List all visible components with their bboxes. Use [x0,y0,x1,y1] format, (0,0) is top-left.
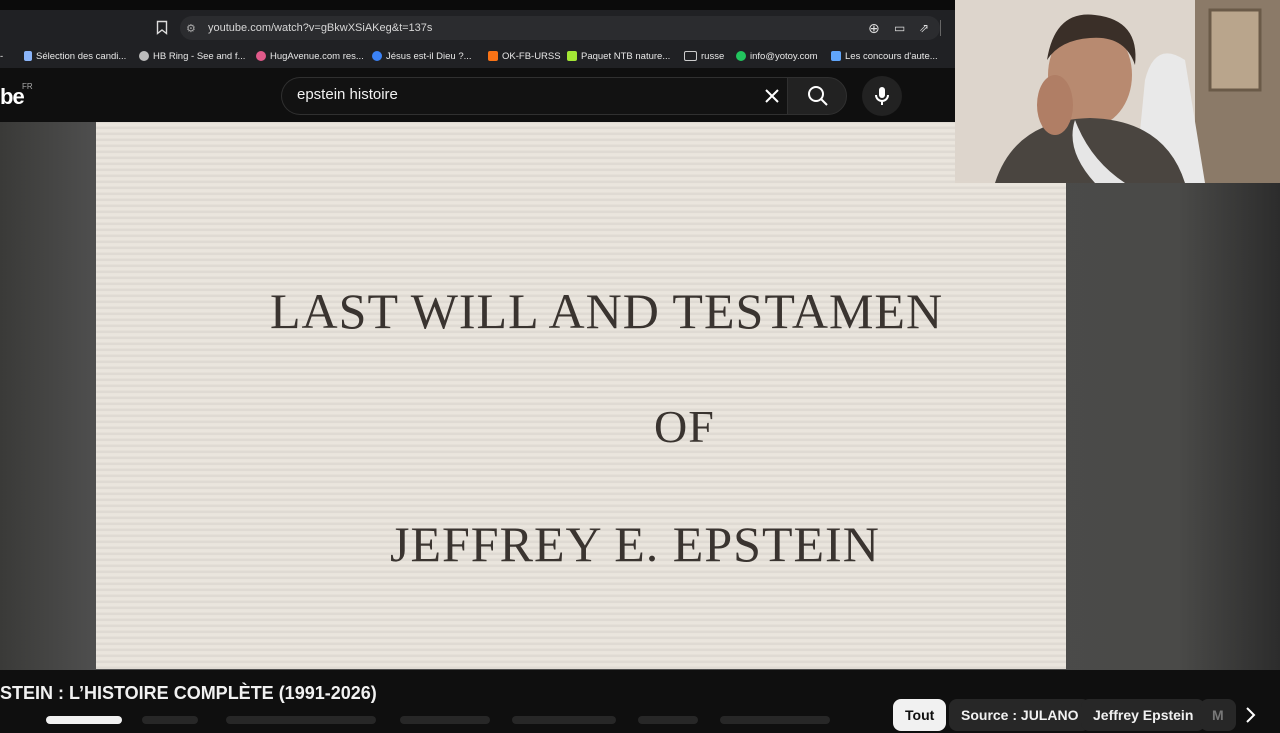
action-pill[interactable] [400,716,490,724]
youtube-logo[interactable]: be [0,84,25,110]
webcam-person-image [955,0,1280,183]
webcam-overlay [955,0,1280,183]
zoom-icon[interactable]: ⊕ [868,20,880,37]
bookmark-favicon-icon [256,51,266,61]
bookmark-favicon-icon [567,51,577,61]
video-title: STEIN : L’HISTOIRE COMPLÈTE (1991-2026) [0,683,377,703]
chevron-right-icon [1246,707,1256,723]
chip-jeffrey-epstein[interactable]: Jeffrey Epstein [1081,699,1206,731]
bookmark-item[interactable]: Paquet NTB nature... [567,48,670,64]
bookmark-truncated[interactable]: - [0,48,3,64]
chip-truncated[interactable]: M [1200,699,1236,731]
bookmark-favicon-icon [139,51,149,61]
bookmark-item[interactable]: HB Ring - See and f... [139,48,245,64]
bookmark-folder[interactable]: russe [684,48,724,64]
install-app-icon[interactable]: ▭ [894,21,905,35]
bookmark-favicon-icon [736,51,746,61]
share-icon[interactable]: ⇗ [919,21,929,35]
url-text[interactable]: youtube.com/watch?v=gBkwXSiAKeg&t=137s [208,22,432,34]
document-heading-line: LAST WILL AND TESTAMEN [270,283,944,339]
chip-tout[interactable]: Tout [893,699,947,731]
bookmark-star-icon[interactable] [156,20,168,35]
site-info-icon[interactable]: ⚙ [186,22,196,35]
close-icon [765,89,779,103]
bookmark-item[interactable]: HugAvenue.com res... [256,48,364,64]
clear-search-button[interactable] [760,84,784,108]
bookmark-item[interactable]: info@yotoy.com [736,48,818,64]
logo-region-code: FR [22,82,33,91]
action-pill[interactable] [512,716,616,724]
chip-source-julano[interactable]: Source : JULANO [949,699,1091,731]
bookmark-item[interactable]: Les concours d'aute... [831,48,938,64]
video-frame[interactable]: LAST WILL AND TESTAMEN OF JEFFREY E. EPS… [96,122,1066,669]
bookmark-favicon-icon [488,51,498,61]
bookmark-favicon-icon [831,51,841,61]
toolbar-divider [940,20,941,36]
voice-search-button[interactable] [862,76,902,116]
microphone-icon [875,87,889,105]
action-pill[interactable] [46,716,122,724]
bookmark-favicon-icon [24,51,32,61]
action-pill[interactable] [226,716,376,724]
search-button[interactable] [787,77,847,115]
document-heading-line: JEFFREY E. EPSTEIN [390,516,880,572]
action-pill[interactable] [142,716,198,724]
search-icon [808,86,828,106]
bookmark-favicon-icon [372,51,382,61]
chips-next-button[interactable] [1238,703,1262,727]
bookmark-item[interactable]: OK-FB-URSS [488,48,561,64]
bookmark-item[interactable]: Sélection des candi... [24,48,126,64]
bookmark-item[interactable]: Jésus est-il Dieu ?... [372,48,472,64]
search-input[interactable]: epstein histoire [297,86,398,103]
action-pill[interactable] [720,716,830,724]
action-pill[interactable] [638,716,698,724]
document-heading-line: OF [654,401,715,452]
folder-icon [684,51,697,61]
